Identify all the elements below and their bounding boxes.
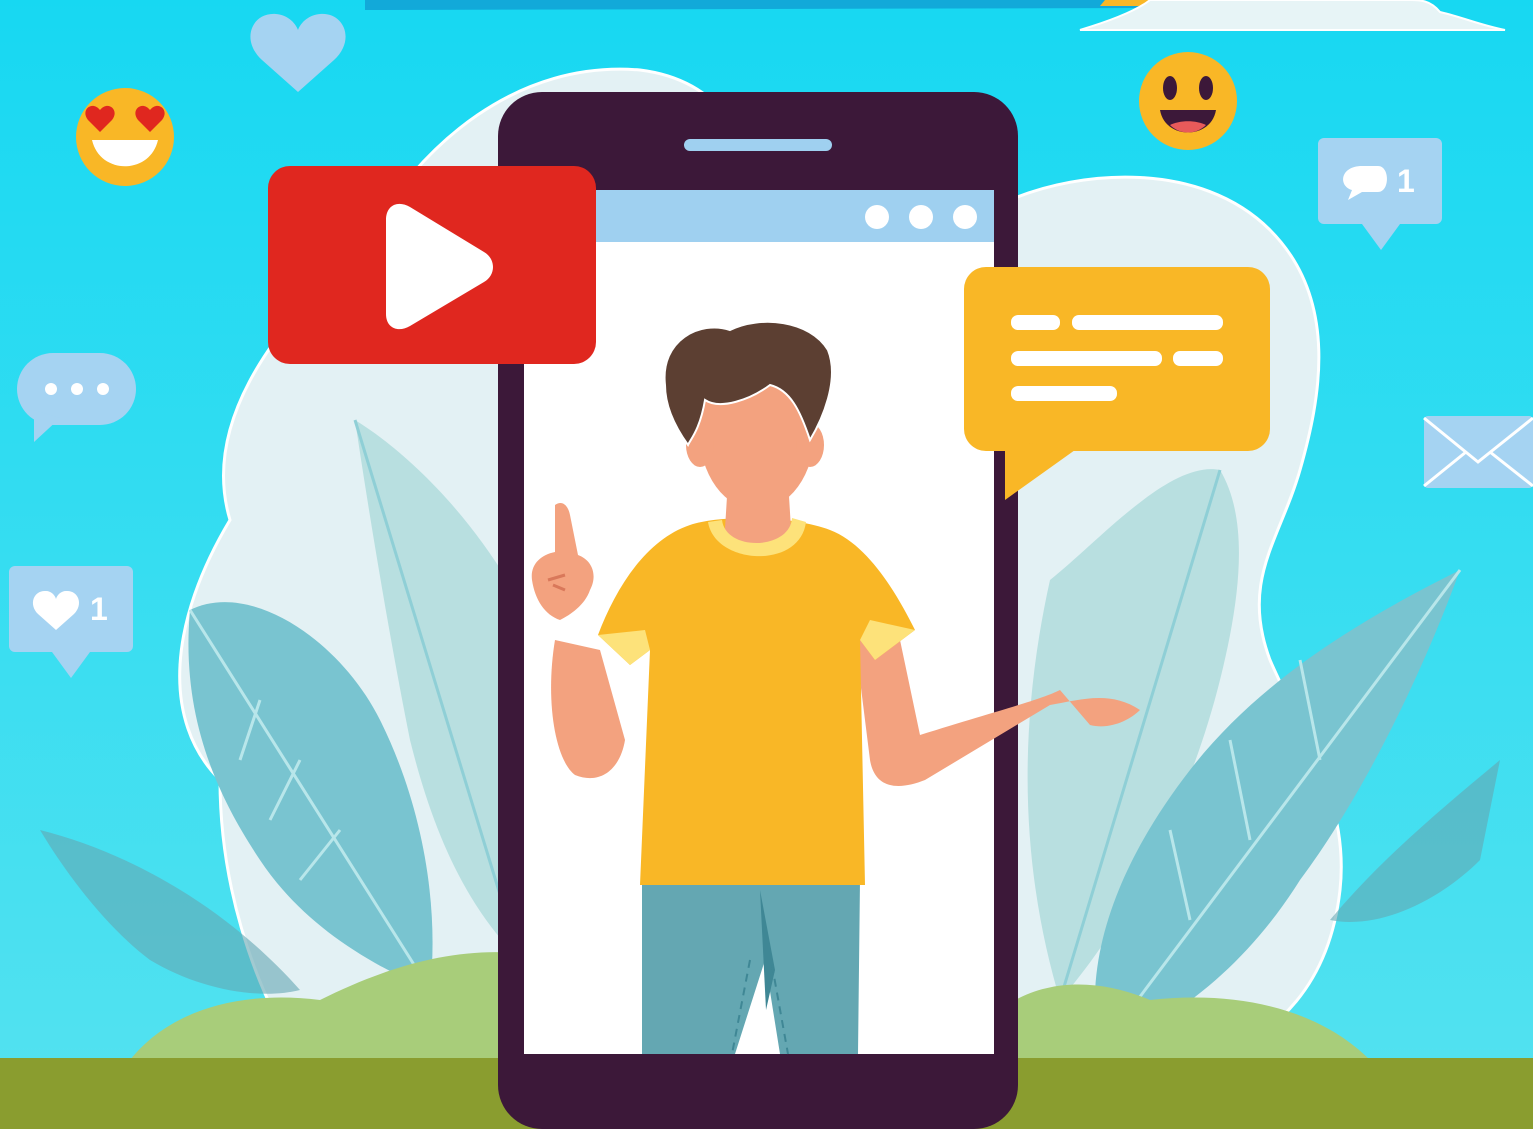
illustration-canvas: 1 1 [0, 0, 1533, 1129]
comment-count: 1 [1397, 163, 1415, 199]
grinning-emoji-icon [1139, 52, 1237, 150]
window-dot-2 [909, 205, 933, 229]
window-dot-3 [953, 205, 977, 229]
envelope-icon [1423, 416, 1533, 488]
window-dot-1 [865, 205, 889, 229]
heart-eyes-emoji-icon [76, 88, 174, 186]
like-count: 1 [90, 591, 108, 627]
phone-speaker [684, 139, 832, 151]
play-button [268, 166, 596, 364]
